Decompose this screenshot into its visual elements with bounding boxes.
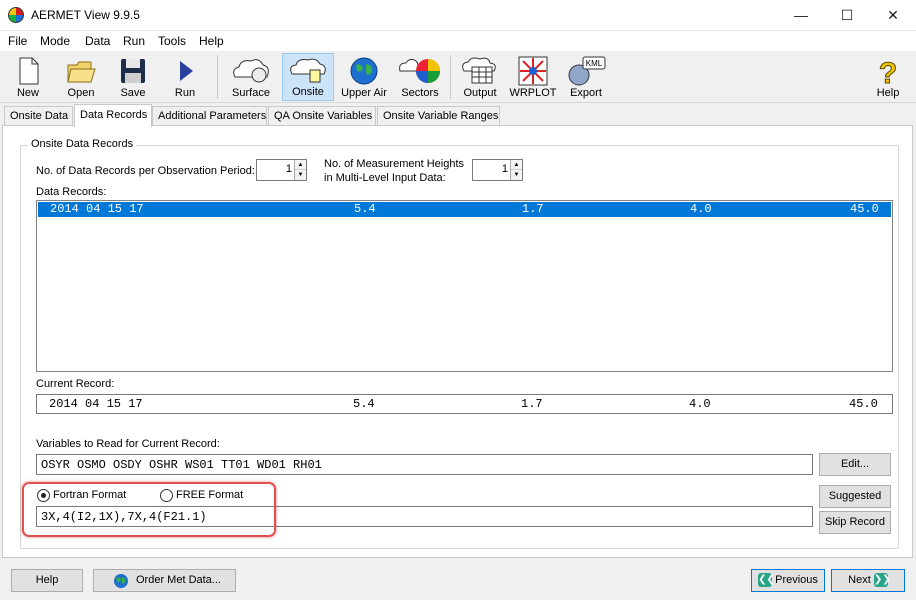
new-button[interactable]: New [6, 53, 50, 101]
spin-down-icon[interactable]: ▼ [511, 170, 522, 180]
maximize-button[interactable]: ☐ [824, 0, 870, 31]
kml-globe-icon: KML [568, 56, 606, 86]
surface-button[interactable]: Surface [225, 53, 277, 101]
measurement-heights-spinner[interactable]: 1 ▲ ▼ [472, 159, 523, 181]
toolbar-separator [217, 55, 218, 99]
app-icon [8, 7, 24, 23]
window-title: AERMET View 9.9.5 [31, 8, 140, 22]
play-icon [180, 61, 193, 81]
records-per-period-spinner[interactable]: 1 ▲ ▼ [256, 159, 307, 181]
spinner-arrows[interactable]: ▲ ▼ [510, 160, 522, 180]
title-bar: AERMET View 9.9.5 — ☐ ✕ [0, 0, 916, 31]
tab-additional-parameters[interactable]: Additional Parameters [152, 106, 267, 126]
help-button[interactable]: Help [11, 569, 83, 592]
menu-data[interactable]: Data [85, 34, 110, 48]
close-button[interactable]: ✕ [870, 0, 916, 31]
menu-run[interactable]: Run [123, 34, 145, 48]
wind-rose-icon [518, 56, 548, 86]
forward-arrow-icon: ❯❯ [873, 573, 891, 588]
edit-button[interactable]: Edit... [819, 453, 891, 476]
save-button[interactable]: Save [110, 53, 156, 101]
measurement-heights-label-1: No. of Measurement Heights [324, 158, 465, 170]
tab-onsite-data[interactable]: Onsite Data [4, 106, 73, 126]
menu-tools[interactable]: Tools [158, 34, 186, 48]
variables-input[interactable]: OSYR OSMO OSDY OSHR WS01 TT01 WD01 RH01 [36, 454, 813, 475]
variables-label: Variables to Read for Current Record: [36, 438, 220, 450]
previous-button[interactable]: ❮❮ Previous [751, 569, 825, 592]
svg-text:?: ? [879, 57, 897, 87]
new-file-icon [19, 57, 39, 85]
minimize-button[interactable]: — [778, 0, 824, 31]
spin-down-icon[interactable]: ▼ [295, 170, 306, 180]
sector-wheel-icon [399, 58, 440, 83]
spin-up-icon[interactable]: ▲ [511, 160, 522, 170]
data-records-list[interactable]: 2014 04 15 17 5.4 1.7 4.0 45.0 [36, 200, 893, 372]
spinner-arrows[interactable]: ▲ ▼ [294, 160, 306, 180]
group-title: Onsite Data Records [28, 138, 137, 150]
skip-record-button[interactable]: Skip Record [819, 511, 891, 534]
svg-text:KML: KML [586, 59, 603, 68]
upper-air-button[interactable]: Upper Air [338, 53, 390, 101]
bottom-bar: Help Order Met Data... ❮❮ Previous Next … [0, 560, 916, 600]
cloud-gauge-icon [233, 59, 269, 83]
help-toolbar-button[interactable]: ? Help [866, 53, 910, 101]
toolbar: New Open Save Run Surface Onsite Upper A… [0, 51, 916, 103]
sectors-button[interactable]: Sectors [396, 53, 444, 101]
list-item[interactable]: 2014 04 15 17 5.4 1.7 4.0 45.0 [38, 202, 891, 217]
annotation-highlight [22, 482, 276, 537]
globe-icon [350, 57, 378, 85]
menu-bar: File Mode Data Run Tools Help [0, 31, 916, 51]
open-button[interactable]: Open [58, 53, 104, 101]
question-mark-icon: ? [878, 57, 897, 88]
current-record-field: 2014 04 15 17 5.4 1.7 4.0 45.0 [36, 394, 893, 414]
tab-strip: Onsite Data Data Records Additional Para… [0, 104, 916, 127]
measurement-heights-label-2: in Multi-Level Input Data: [324, 172, 446, 184]
spin-up-icon[interactable]: ▲ [295, 160, 306, 170]
wrplot-button[interactable]: WRPLOT [508, 53, 558, 101]
suggested-button[interactable]: Suggested [819, 485, 891, 508]
measurement-heights-value: 1 [501, 163, 508, 175]
output-button[interactable]: Output [456, 53, 504, 101]
tab-data-records[interactable]: Data Records [74, 104, 152, 127]
menu-mode[interactable]: Mode [40, 34, 70, 48]
cloud-tower-icon [290, 58, 326, 83]
next-button[interactable]: Next ❯❯ [831, 569, 905, 592]
menu-file[interactable]: File [8, 34, 27, 48]
menu-help[interactable]: Help [199, 34, 224, 48]
export-button[interactable]: KML Export [562, 53, 610, 101]
tab-onsite-variable-ranges[interactable]: Onsite Variable Ranges [377, 106, 500, 126]
records-per-period-label: No. of Data Records per Observation Peri… [36, 165, 255, 177]
folder-icon [67, 61, 96, 83]
run-button[interactable]: Run [164, 53, 206, 101]
toolbar-separator [450, 55, 451, 99]
records-per-period-value: 1 [285, 163, 292, 175]
current-record-label: Current Record: [36, 378, 115, 390]
cloud-grid-icon [462, 57, 496, 84]
back-arrow-icon: ❮❮ [758, 573, 775, 588]
globe-icon [114, 574, 128, 588]
data-records-label: Data Records: [36, 186, 107, 198]
tab-qa-onsite-variables[interactable]: QA Onsite Variables [268, 106, 376, 126]
order-met-data-button[interactable]: Order Met Data... [93, 569, 236, 592]
onsite-button[interactable]: Onsite [282, 53, 334, 101]
floppy-disk-icon [121, 59, 145, 83]
